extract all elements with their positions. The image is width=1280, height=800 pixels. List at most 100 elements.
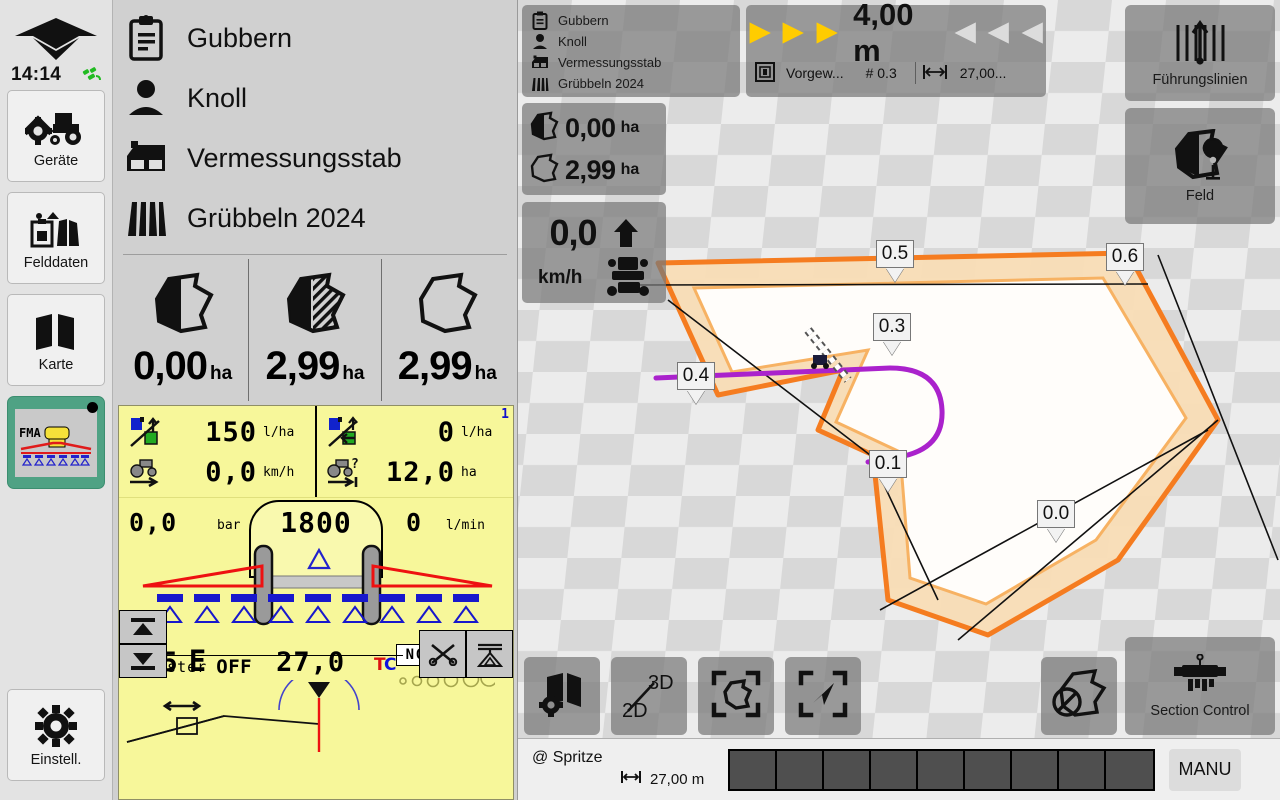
sidebar-item-geraete[interactable]: Geräte <box>7 90 105 182</box>
meta-label: Grübbeln 2024 <box>187 202 366 233</box>
section-box[interactable] <box>1012 750 1059 789</box>
width-icon <box>922 63 948 84</box>
overlay-area-value: 2,99 <box>565 154 616 185</box>
sidebar-item-karte[interactable]: Karte <box>7 294 105 386</box>
field-worked-icon <box>147 271 219 342</box>
status-bar: @ Spritze 27,00 m MANU <box>518 738 1280 800</box>
area-summary-strip: 0,00 ha 2,99 ha 2,99 ha <box>113 255 517 403</box>
svg-text:C: C <box>384 655 396 674</box>
field-rows-icon <box>123 198 169 238</box>
tractor-speed-icon <box>125 456 167 488</box>
section-box[interactable] <box>730 750 777 789</box>
section-box[interactable] <box>1059 750 1106 789</box>
guide-marker[interactable]: 0.6 <box>1102 243 1148 287</box>
area-worked[interactable]: 0,00 ha <box>117 259 248 401</box>
tractor-area-icon: ? <box>323 456 365 488</box>
vt-left-column: 150 l/ha 0,0 km/h <box>119 406 315 497</box>
vt-speed-unit: km/h <box>263 464 295 480</box>
field-button[interactable]: Feld <box>1125 108 1275 224</box>
vt-step-down-button[interactable] <box>119 644 167 678</box>
sidebar-item-einstellungen[interactable]: Einstell. <box>7 689 105 781</box>
vt-softkeys[interactable] <box>419 630 513 678</box>
job-meta-list: Gubbern Knoll Vermessungsstab Grübbeln 2… <box>113 0 517 252</box>
vt-nozzle-button[interactable] <box>466 630 513 678</box>
meta-row-operator[interactable]: Knoll <box>123 68 517 128</box>
section-box[interactable] <box>777 750 824 789</box>
field-remaining-icon <box>279 271 351 342</box>
section-box[interactable] <box>1106 750 1153 789</box>
section-box[interactable] <box>871 750 918 789</box>
area-unit: ha <box>342 363 365 384</box>
overlay-area-unit: ha <box>620 119 640 136</box>
section-box[interactable] <box>824 750 871 789</box>
left-sidebar: 14:14 Geräte Felddaten Karte FMA Einstel… <box>0 0 113 800</box>
gear-icon <box>34 703 78 749</box>
fit-vehicle-icon <box>798 670 848 723</box>
map-view[interactable]: 0.0 0.1 0.3 0.4 0.5 0.6 Gubbern Knoll Ve… <box>518 0 1280 800</box>
satellite-icon <box>82 67 101 81</box>
section-control-button[interactable]: Section Control <box>1125 637 1275 735</box>
lightbar-arrow-right-2 <box>987 22 1010 44</box>
overlay-meta-row: Gubbern <box>530 10 740 31</box>
section-mode-button[interactable]: MANU <box>1169 748 1241 791</box>
overlay-meta-label: Knoll <box>558 34 587 49</box>
sidebar-item-felddaten[interactable]: Felddaten <box>7 192 105 284</box>
overlay-area-value: 0,00 <box>565 112 616 143</box>
toggle-2d-3d-icon: 3D 2D <box>622 672 674 722</box>
fit-vehicle-button[interactable] <box>785 657 861 735</box>
guide-marker[interactable]: 0.0 <box>1033 500 1079 544</box>
guidance-pattern-name: Vorgew... <box>786 65 844 81</box>
overlay-area-remaining: 2,99 ha <box>528 149 660 191</box>
map-settings-button[interactable] <box>524 657 600 735</box>
implement-name: @ Spritze <box>532 749 603 766</box>
speed-value: 0,0 <box>549 212 597 253</box>
vt-target-rate-value: 150 <box>205 416 257 448</box>
toggle-2d-3d-button[interactable]: 3D 2D <box>611 657 687 735</box>
section-box[interactable] <box>965 750 1012 789</box>
meta-label: Gubbern <box>187 22 293 53</box>
overlay-area-unit: ha <box>620 161 640 178</box>
sidebar-item-label: Felddaten <box>23 254 89 271</box>
guide-marker[interactable]: 0.4 <box>673 362 719 406</box>
field-pin-icon <box>1169 128 1231 186</box>
meta-row-farm[interactable]: Vermessungsstab <box>123 128 517 188</box>
lightbar: 4,00 m <box>746 0 1046 68</box>
vt-area-remaining: ? 12,0 ha <box>323 452 509 492</box>
arrow-up-icon <box>613 219 638 247</box>
guide-marker-tip <box>1116 271 1134 285</box>
area-remaining[interactable]: 2,99 ha <box>248 259 380 401</box>
no-coverage-button[interactable] <box>1041 657 1117 735</box>
vt-cut-button[interactable] <box>419 630 466 678</box>
section-box[interactable] <box>918 750 965 789</box>
guidance-line-number: # 0.3 <box>865 65 897 81</box>
area-value: 2,99 <box>265 344 340 388</box>
guide-marker[interactable]: 0.5 <box>872 240 918 284</box>
speed-unit: km/h <box>538 267 583 288</box>
headland-pattern-icon <box>754 61 776 86</box>
lightbar-arrow-left-1 <box>816 22 838 44</box>
person-icon <box>123 77 169 119</box>
guide-marker[interactable]: 0.1 <box>865 450 911 494</box>
area-total[interactable]: 2,99 ha <box>380 259 513 401</box>
sidebar-item-fma-active[interactable]: FMA <box>7 396 105 489</box>
guide-marker[interactable]: 0.3 <box>869 313 915 357</box>
fit-field-button[interactable] <box>698 657 774 735</box>
vt-stepper[interactable] <box>119 610 167 678</box>
meta-label: Knoll <box>187 82 248 113</box>
rate-target-icon <box>125 416 167 448</box>
guide-marker-label: 0.3 <box>872 313 912 341</box>
vt-speed: 0,0 km/h <box>125 452 311 492</box>
guidance-overlay[interactable]: 4,00 m Vorgew... # 0.3 27,00... <box>746 0 1046 97</box>
isobus-terminal[interactable]: 150 l/ha 0,0 km/h 1 0 l/ha ? 12,0 ha 0,0… <box>118 405 514 800</box>
sidebar-item-label: Einstell. <box>30 751 82 768</box>
guidance-lines-button[interactable]: Führungslinien <box>1125 5 1275 101</box>
lightbar-arrow-right-3 <box>1021 22 1043 44</box>
fit-field-icon <box>711 670 761 723</box>
clipboard-icon <box>123 15 169 61</box>
section-status-bar[interactable] <box>728 748 1155 791</box>
vt-work-width: 27,0 <box>276 647 346 678</box>
vt-step-up-button[interactable] <box>119 610 167 644</box>
meta-row-field[interactable]: Grübbeln 2024 <box>123 188 517 248</box>
meta-row-task[interactable]: Gubbern <box>123 8 517 68</box>
barn-icon <box>530 55 550 70</box>
